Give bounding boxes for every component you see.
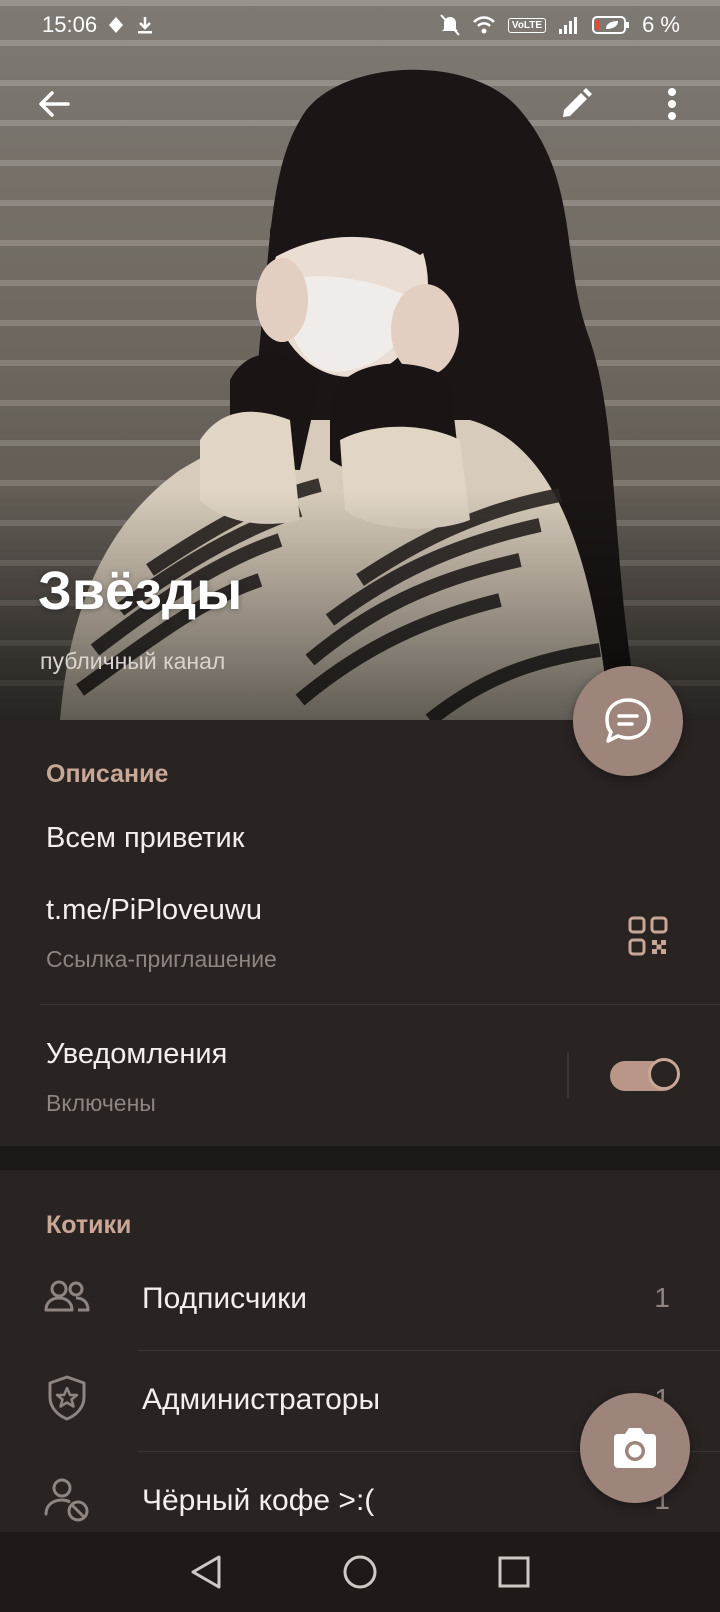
channel-title: Звёзды [38,561,243,621]
notifications-state: Включены [46,1090,156,1116]
more-options-button[interactable] [644,76,700,132]
system-navigation-bar [0,1532,720,1612]
notifications-toggle[interactable] [610,1058,680,1091]
administrators-label: Администраторы [142,1383,381,1416]
divider [40,1004,720,1005]
users-icon [44,1280,90,1312]
status-bar: 15:06 VoLTE 6 % [0,0,720,50]
channel-description: Всем приветик [46,822,245,854]
camera-icon [614,1428,656,1468]
download-icon [138,17,153,34]
wifi-icon [473,16,495,34]
pencil-icon [563,88,592,117]
nav-back-button[interactable] [184,1550,228,1594]
chat-bubble-icon [605,698,651,743]
square-recents-icon [498,1556,530,1588]
more-vertical-icon [668,88,676,120]
invite-link-row[interactable]: t.me/PiPloveuwu Ссылка-приглашение [0,880,720,980]
user-blocked-icon [44,1478,89,1522]
toggle-thumb [648,1058,680,1090]
triangle-back-icon [191,1555,221,1589]
description-section-title: Описание [46,760,169,788]
members-section-title: Котики [46,1211,132,1239]
battery-icon [592,16,630,34]
shield-star-icon [48,1375,86,1421]
invite-link[interactable]: t.me/PiPloveuwu [46,894,262,927]
subscribers-label: Подписчики [142,1282,308,1315]
discussion-button[interactable] [573,666,683,776]
set-photo-button[interactable] [580,1393,690,1503]
volte-badge: VoLTE [507,17,547,33]
nav-recents-button[interactable] [492,1550,536,1594]
vertical-divider [567,1052,569,1098]
signal-icon [559,17,578,34]
section-gap [0,1146,720,1170]
notification-icon [109,17,124,33]
invite-link-caption: Ссылка-приглашение [46,946,277,972]
status-time: 15:06 [42,12,98,37]
mute-icon [440,14,460,36]
notifications-row[interactable]: Уведомления Включены [0,1006,560,1126]
subscribers-count: 1 [654,1282,670,1313]
battery-percent: 6 % [642,12,680,37]
arrow-left-icon [39,91,70,117]
removed-users-label: Чёрный кофе >:( [142,1484,375,1517]
channel-type: публичный канал [40,648,226,674]
qr-code-icon[interactable] [628,916,668,956]
notifications-label: Уведомления [46,1038,228,1070]
edit-button[interactable] [548,76,604,132]
subscribers-row[interactable]: Подписчики 1 [0,1250,720,1350]
circle-home-icon [343,1555,377,1589]
back-button[interactable] [26,76,82,132]
nav-home-button[interactable] [338,1550,382,1594]
